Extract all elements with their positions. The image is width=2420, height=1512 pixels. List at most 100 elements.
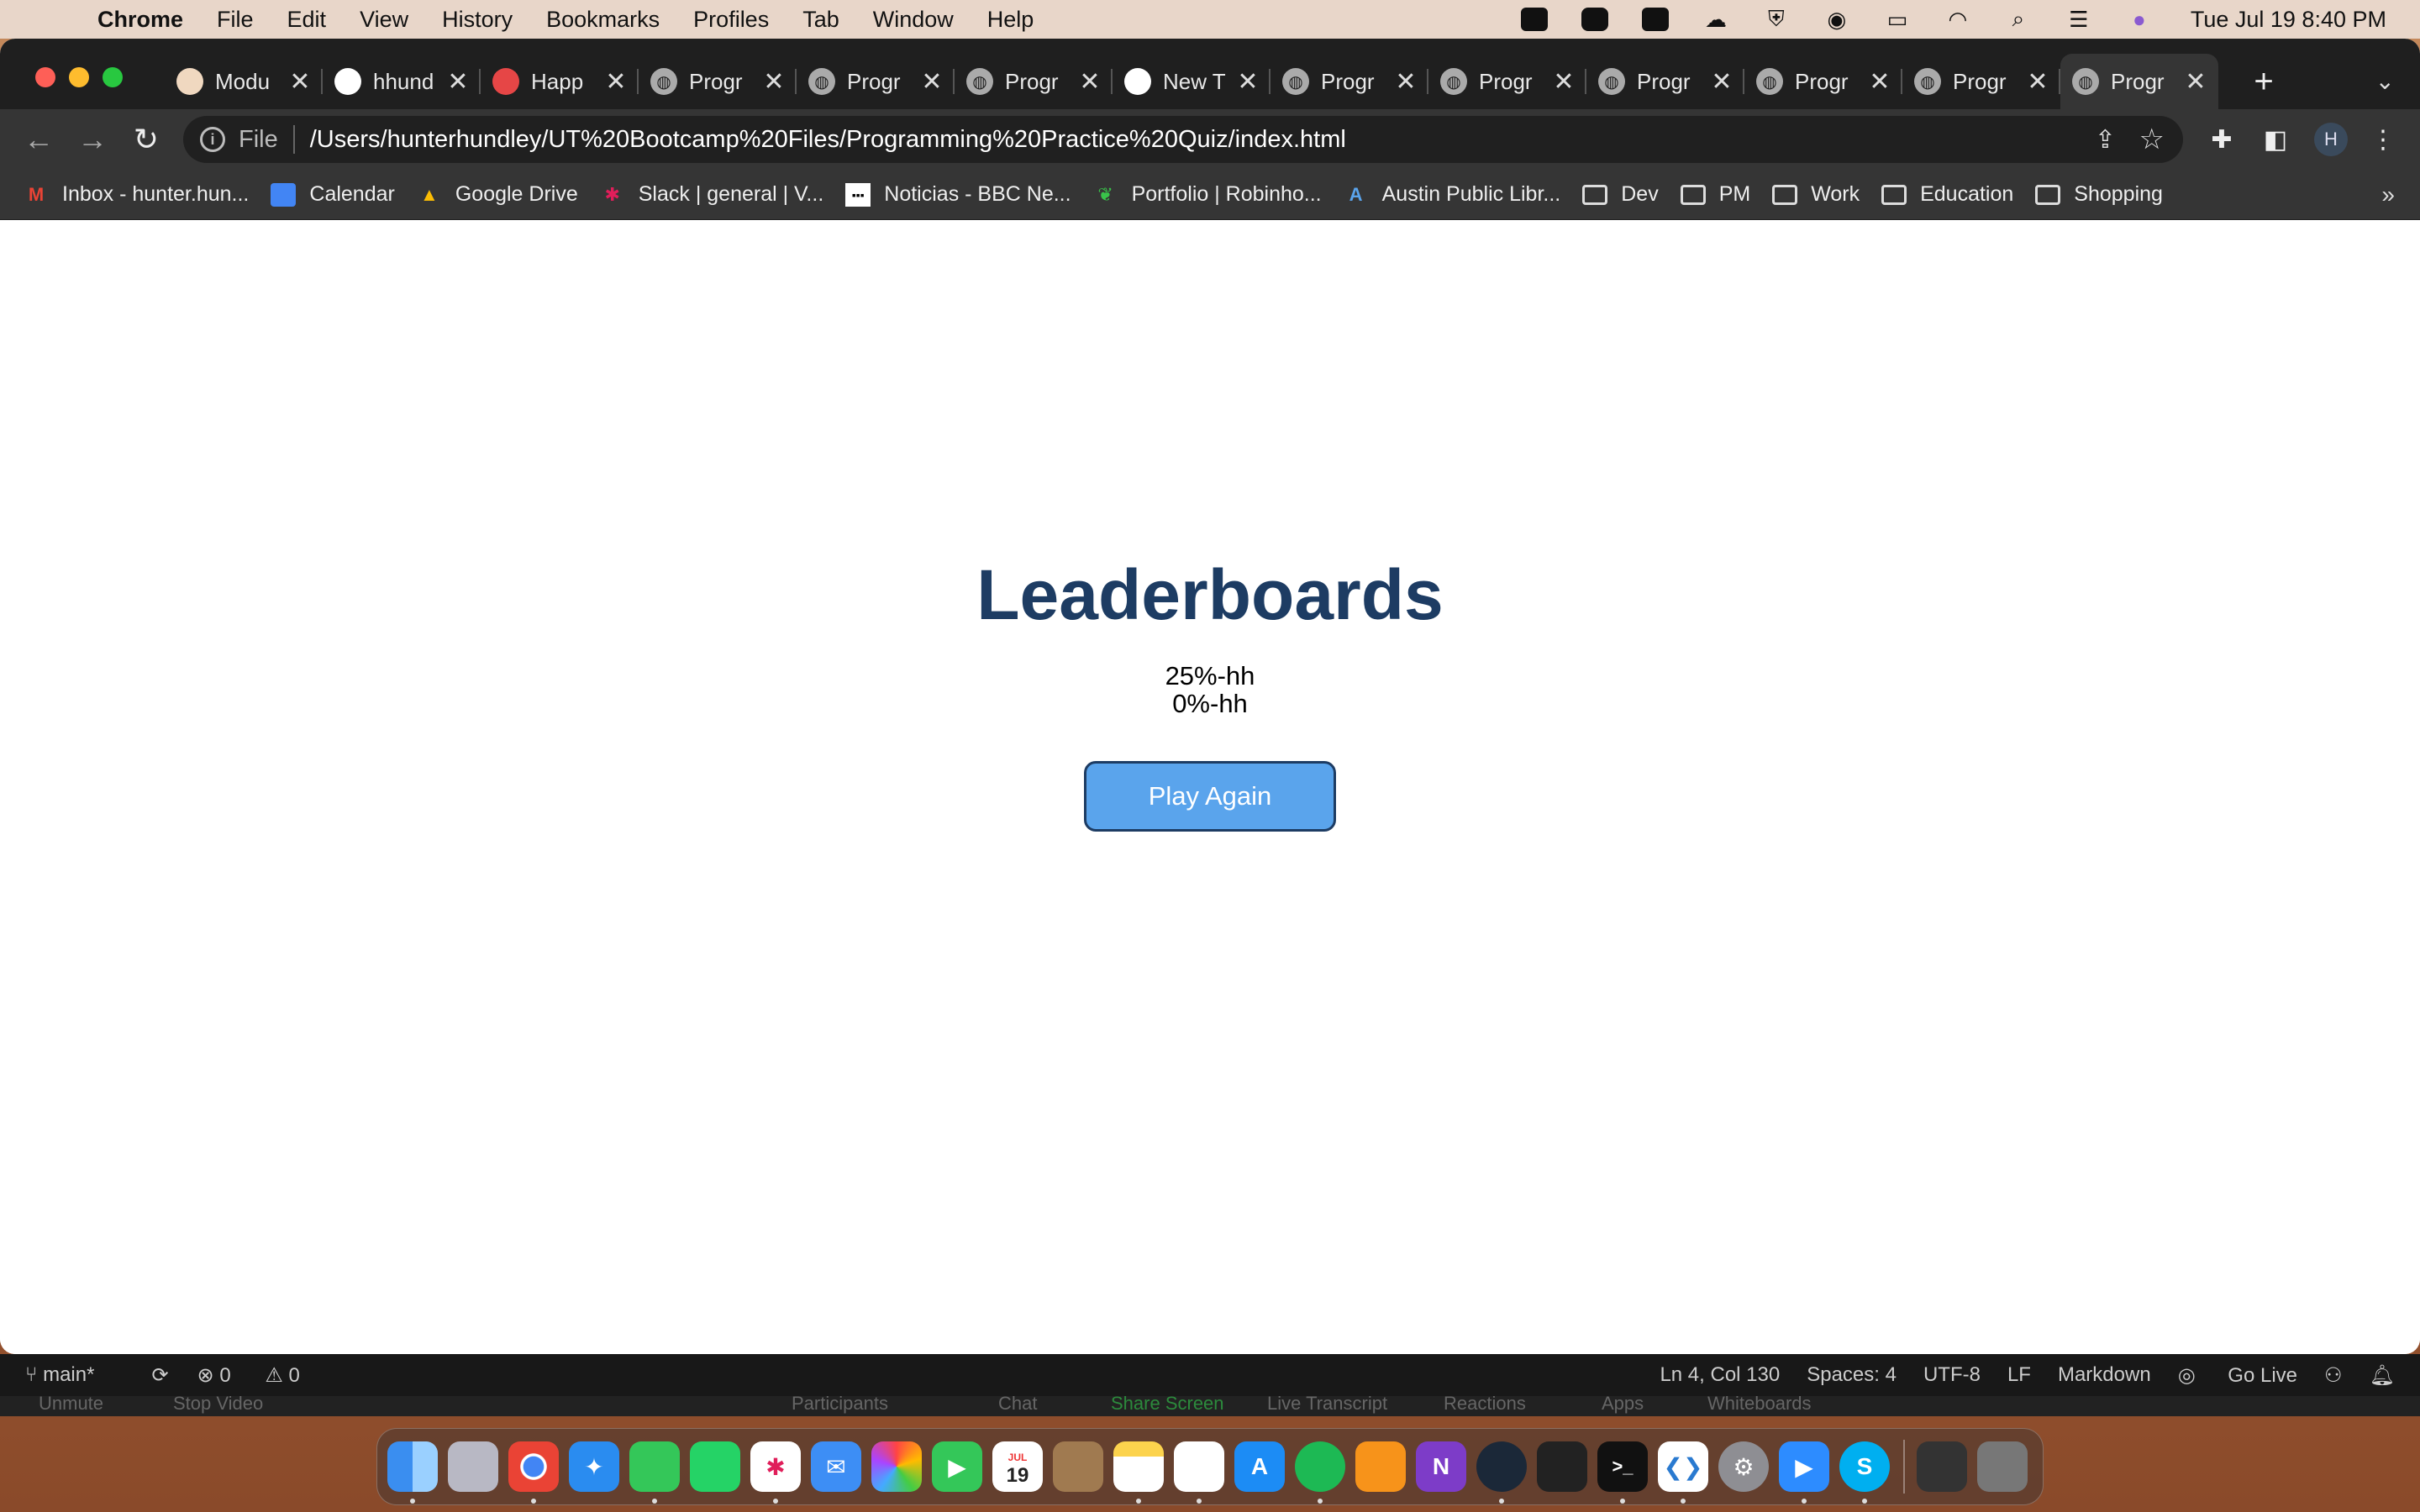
zoom-whiteboards-button[interactable]: Whiteboards bbox=[1707, 1396, 1812, 1415]
facetime-icon[interactable]: ▶ bbox=[932, 1441, 982, 1492]
menu-view[interactable]: View bbox=[360, 0, 408, 39]
siri-icon[interactable]: ● bbox=[2125, 7, 2154, 32]
bold-b-icon[interactable] bbox=[1641, 7, 1670, 32]
tab-active[interactable]: ◍ Progr ✕ bbox=[2060, 54, 2218, 109]
zoom-window-button[interactable] bbox=[103, 67, 123, 87]
close-tab-icon[interactable]: ✕ bbox=[1867, 67, 1892, 97]
end-of-line[interactable]: LF bbox=[2007, 1363, 2031, 1387]
bookmark-bbc[interactable]: ▪▪▪ Noticias - BBC Ne... bbox=[845, 182, 1071, 207]
safari-icon[interactable]: ✦ bbox=[569, 1441, 619, 1492]
reload-icon[interactable]: ↻ bbox=[129, 122, 163, 156]
bookmark-folder-shopping[interactable]: Shopping bbox=[2035, 182, 2163, 207]
control-center-icon[interactable]: ☰ bbox=[2065, 7, 2093, 32]
menu-profiles[interactable]: Profiles bbox=[693, 0, 769, 39]
close-window-button[interactable] bbox=[35, 67, 55, 87]
forward-arrow-icon[interactable]: → bbox=[76, 122, 109, 156]
calendar-dock-icon[interactable]: JUL 19 bbox=[992, 1441, 1043, 1492]
tab[interactable]: ◍ Progr ✕ bbox=[1428, 54, 1586, 109]
slack-dock-icon[interactable]: ✱ bbox=[750, 1441, 801, 1504]
side-panel-icon[interactable]: ◧ bbox=[2257, 121, 2294, 158]
zoom-live-transcript-button[interactable]: Live Transcript bbox=[1267, 1396, 1387, 1415]
cloud-icon[interactable]: ☁ bbox=[1702, 7, 1730, 32]
zoom-stop-video-button[interactable]: Stop Video bbox=[173, 1396, 263, 1415]
notifications-bell-icon[interactable]: 🔔︎ bbox=[2370, 1363, 2395, 1388]
spotlight-search-icon[interactable]: ⌕ bbox=[2004, 6, 2033, 32]
new-tab-plus-icon[interactable]: + bbox=[2238, 54, 2289, 109]
minimize-window-button[interactable] bbox=[69, 67, 89, 87]
menu-tab[interactable]: Tab bbox=[802, 0, 839, 39]
indentation[interactable]: Spaces: 4 bbox=[1807, 1363, 1897, 1387]
chrome-dock-icon[interactable] bbox=[508, 1441, 559, 1504]
zoom-reactions-button[interactable]: Reactions bbox=[1444, 1396, 1526, 1415]
more-menu-icon[interactable]: ⋮ bbox=[2365, 121, 2402, 158]
notes-icon[interactable] bbox=[1113, 1441, 1164, 1504]
zoom-unmute-button[interactable]: Unmute bbox=[39, 1396, 103, 1415]
language-mode[interactable]: Markdown bbox=[2058, 1363, 2151, 1387]
zoom-apps-button[interactable]: Apps bbox=[1602, 1396, 1644, 1415]
finder-icon[interactable] bbox=[387, 1441, 438, 1504]
tab[interactable]: Happ ✕ bbox=[481, 54, 639, 109]
zoom-participants-button[interactable]: Participants bbox=[792, 1396, 888, 1415]
close-tab-icon[interactable]: ✕ bbox=[287, 67, 313, 97]
steam-icon[interactable] bbox=[1476, 1441, 1527, 1504]
tab-search-chevron-icon[interactable]: ⌄ bbox=[2375, 67, 2395, 95]
bookmark-folder-work[interactable]: Work bbox=[1772, 182, 1860, 207]
bookmark-austin-library[interactable]: A Austin Public Libr... bbox=[1344, 182, 1561, 207]
task-check-icon[interactable] bbox=[1581, 7, 1609, 32]
grammarly-icon[interactable]: ◉ bbox=[1823, 7, 1851, 32]
profile-avatar[interactable]: H bbox=[2314, 123, 2348, 156]
tab[interactable]: ◍ Progr ✕ bbox=[955, 54, 1113, 109]
menu-edit[interactable]: Edit bbox=[287, 0, 327, 39]
close-tab-icon[interactable]: ✕ bbox=[1551, 67, 1576, 97]
close-tab-icon[interactable]: ✕ bbox=[1077, 67, 1102, 97]
tab[interactable]: New T ✕ bbox=[1113, 54, 1270, 109]
menu-app-chrome[interactable]: Chrome bbox=[97, 0, 183, 39]
menu-history[interactable]: History bbox=[442, 0, 513, 39]
tab[interactable]: ◍ Progr ✕ bbox=[1586, 54, 1744, 109]
more-bookmarks-chevron-icon[interactable]: » bbox=[2381, 181, 2395, 208]
bookmark-folder-education[interactable]: Education bbox=[1881, 182, 2013, 207]
skype-icon[interactable]: S bbox=[1839, 1441, 1890, 1504]
bookmark-folder-dev[interactable]: Dev bbox=[1582, 182, 1659, 207]
zoom-share-screen-button[interactable]: Share Screen bbox=[1111, 1396, 1224, 1415]
bookmark-calendar[interactable]: Calendar bbox=[271, 182, 395, 207]
close-tab-icon[interactable]: ✕ bbox=[919, 67, 944, 97]
terminal-icon[interactable]: >_ bbox=[1597, 1441, 1648, 1504]
contacts-icon[interactable] bbox=[1053, 1441, 1103, 1492]
tab[interactable]: hhund ✕ bbox=[323, 54, 481, 109]
go-live-button[interactable]: ◎ Go Live bbox=[2178, 1363, 2297, 1388]
accounts-icon[interactable]: ⚇ bbox=[2324, 1363, 2343, 1388]
menu-clock[interactable]: Tue Jul 19 8:40 PM bbox=[2191, 7, 2386, 33]
zoom-chat-button[interactable]: Chat bbox=[998, 1396, 1037, 1415]
photos-icon[interactable] bbox=[871, 1441, 922, 1492]
tab[interactable]: Modu ✕ bbox=[165, 54, 323, 109]
app-store-icon[interactable]: A bbox=[1234, 1441, 1285, 1492]
url-text[interactable]: /Users/hunterhundley/UT%20Bootcamp%20Fil… bbox=[310, 126, 1346, 154]
close-tab-icon[interactable]: ✕ bbox=[1393, 67, 1418, 97]
share-icon[interactable]: ⇪ bbox=[2095, 125, 2116, 155]
vscode-icon[interactable]: ❮❯ bbox=[1658, 1441, 1708, 1504]
wifi-icon[interactable]: ◠ bbox=[1944, 7, 1972, 32]
messages-icon[interactable] bbox=[629, 1441, 680, 1504]
bookmark-google-drive[interactable]: ▲ Google Drive bbox=[417, 182, 578, 207]
file-encoding[interactable]: UTF-8 bbox=[1923, 1363, 1981, 1387]
bookmark-folder-pm[interactable]: PM bbox=[1680, 182, 1750, 207]
tab[interactable]: ◍ Progr ✕ bbox=[1744, 54, 1902, 109]
system-settings-icon[interactable]: ⚙ bbox=[1718, 1441, 1769, 1492]
tab[interactable]: ◍ Progr ✕ bbox=[1902, 54, 2060, 109]
close-tab-icon[interactable]: ✕ bbox=[2183, 67, 2208, 97]
menu-bookmarks[interactable]: Bookmarks bbox=[546, 0, 660, 39]
activity-monitor-icon[interactable] bbox=[1537, 1441, 1587, 1492]
books-icon[interactable] bbox=[1355, 1441, 1406, 1492]
git-branch[interactable]: ⑂ main* bbox=[25, 1363, 123, 1387]
close-tab-icon[interactable]: ✕ bbox=[2025, 67, 2050, 97]
tab[interactable]: ◍ Progr ✕ bbox=[639, 54, 797, 109]
reminders-icon[interactable] bbox=[1174, 1441, 1224, 1504]
bookmark-gmail[interactable]: M Inbox - hunter.hun... bbox=[24, 182, 250, 207]
battery-icon[interactable]: ▭ bbox=[1883, 7, 1912, 32]
launchpad-icon[interactable] bbox=[448, 1441, 498, 1492]
bookmark-portfolio[interactable]: ❦ Portfolio | Robinho... bbox=[1093, 182, 1321, 207]
close-tab-icon[interactable]: ✕ bbox=[761, 67, 786, 97]
site-info-icon[interactable]: i bbox=[200, 127, 225, 152]
close-tab-icon[interactable]: ✕ bbox=[445, 67, 471, 97]
